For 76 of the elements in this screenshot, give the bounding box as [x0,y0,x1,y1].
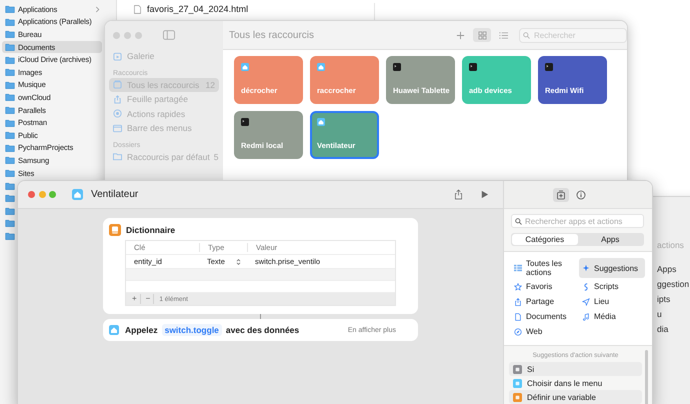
category-item[interactable]: Média [579,310,645,323]
compass-icon [514,328,522,336]
list-icon [498,30,508,40]
minimize-button[interactable] [124,32,131,38]
terminal-icon [545,63,553,71]
category-item[interactable]: Toutes les actions [511,258,577,278]
zoom-button[interactable] [49,191,56,198]
action-item[interactable]: Choisir dans le menu [509,376,642,390]
add-action-icon [556,190,566,200]
document-icon [514,312,522,320]
segment-tab[interactable]: Apps [578,234,643,245]
segment-tab[interactable]: Catégories [512,234,578,245]
window-title: Ventilateur [91,189,140,200]
location-arrow-icon [582,298,590,306]
search-field[interactable]: Rechercher apps et actions [511,214,644,228]
category-item[interactable]: Scripts [579,280,645,293]
grid-icon [478,30,486,40]
terminal-icon [393,63,401,71]
close-button[interactable] [113,32,120,38]
window-text: u [657,309,662,319]
folder-icon [113,152,122,162]
window-text: actions [657,240,684,250]
window-text: Apps [657,264,676,274]
share-icon [113,94,122,104]
search-icon [515,218,522,224]
action-label: Appelez [125,325,158,335]
action-label: avec des données [226,325,300,335]
home-icon [72,189,82,200]
tray-icon [113,80,122,90]
terminal-icon [241,118,249,126]
grid-view-button[interactable] [473,28,491,42]
terminal-icon [469,63,477,71]
add-action-tab[interactable] [553,188,569,202]
star-icon [514,282,522,290]
category-item[interactable]: Favoris [511,280,577,293]
window-text: ipts [657,294,670,304]
play-icon[interactable] [480,189,489,200]
music-note-icon [582,312,590,320]
item-count: 5 [214,152,218,162]
window-text: dia [657,324,668,334]
minimize-button[interactable] [38,191,46,198]
gallery-icon [113,52,122,61]
category-item[interactable]: Documents [511,310,577,323]
zoom-button[interactable] [135,32,142,38]
remove-button[interactable]: − [142,294,154,304]
action-item[interactable]: Si [509,362,642,376]
share-icon [514,298,522,306]
file-icon [134,4,141,14]
close-button[interactable] [28,191,35,198]
book-icon [109,224,121,236]
home-icon [241,63,249,71]
list-icon [514,264,522,272]
plus-icon[interactable] [456,30,465,40]
stepper-icon [236,258,241,266]
home-icon [317,63,325,71]
home-icon [317,118,325,126]
action-item[interactable]: Définir une variable [509,390,642,404]
category-item[interactable]: Suggestions [579,258,645,278]
search-icon [523,32,530,38]
share-icon[interactable] [454,189,462,200]
action-title: Dictionnaire [126,225,176,235]
category-item[interactable]: Lieu [579,295,645,308]
sidebar-icon[interactable] [163,30,175,40]
window-text: ggestion [657,279,690,289]
category-item[interactable]: Web [511,325,577,338]
window-title: Tous les raccourcis [229,30,316,40]
file-item[interactable]: favoris_27_04_2024.html [124,3,374,15]
category-item[interactable]: Partage [511,295,577,308]
squiggle-icon [582,282,590,290]
add-button[interactable]: + [129,294,141,304]
variable-token[interactable]: switch.toggle [162,324,222,336]
home-icon [109,325,119,335]
target-icon [113,109,122,118]
sparkle-icon [582,264,590,272]
menu-bar-icon [113,124,122,133]
info-icon [576,190,586,200]
